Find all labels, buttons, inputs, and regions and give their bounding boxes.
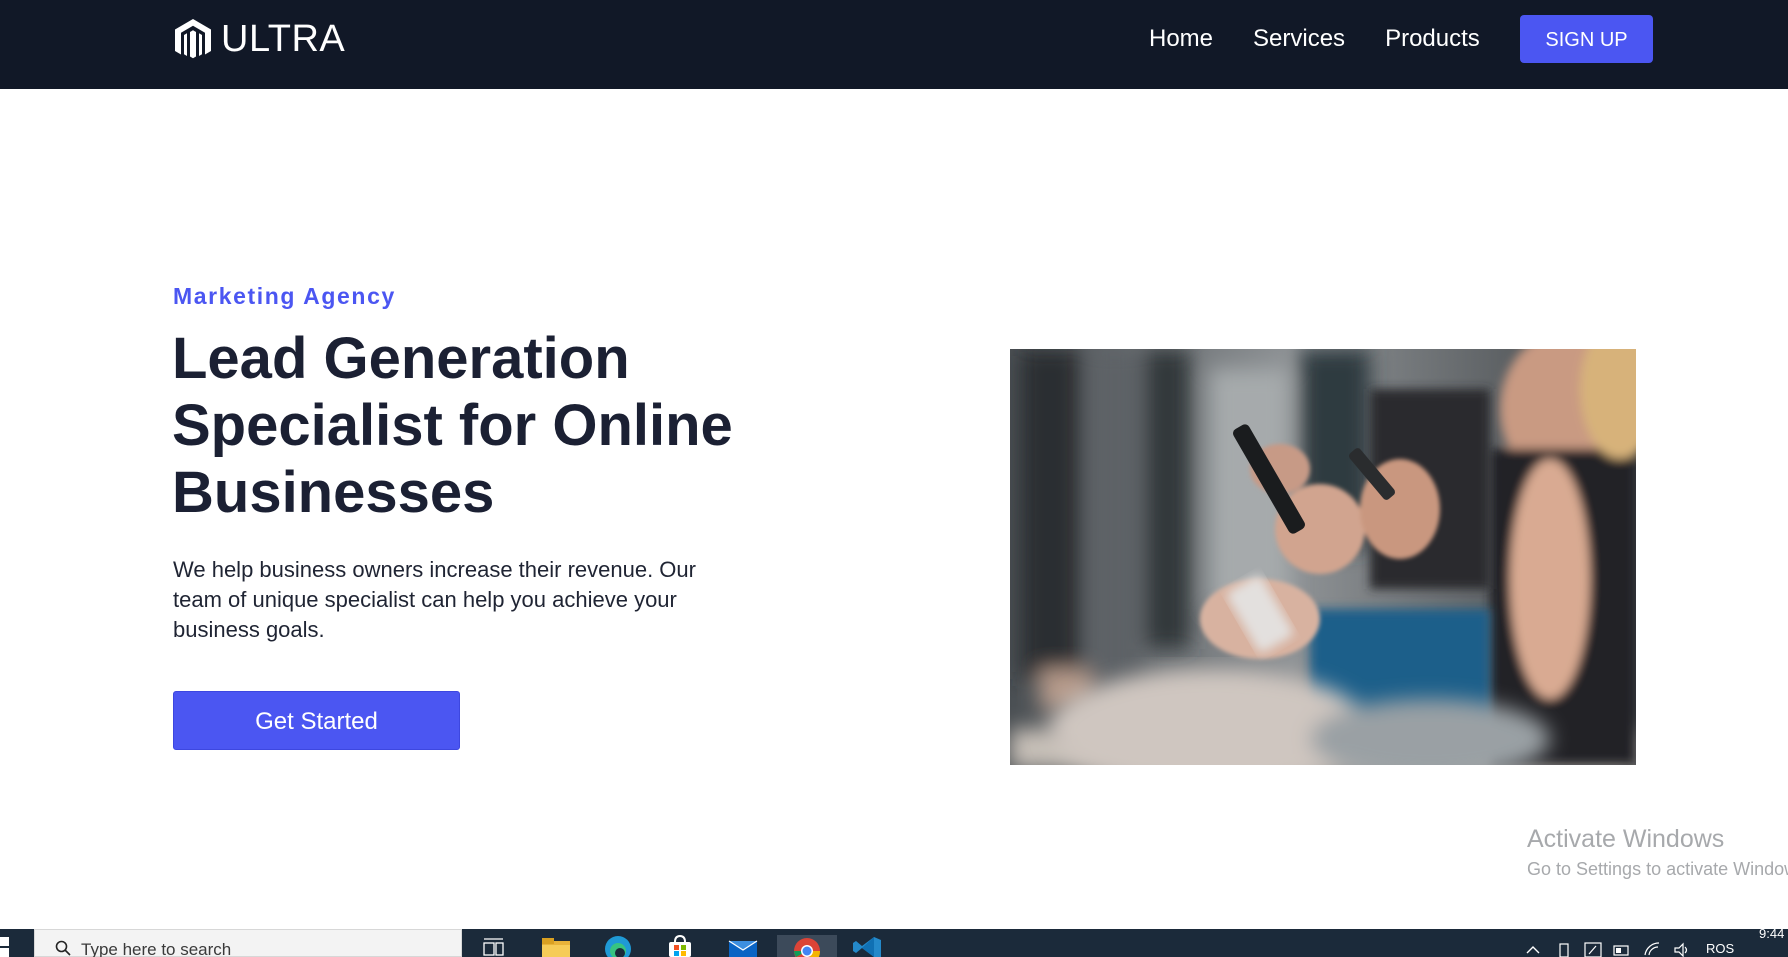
hero-description: We help business owners increase their r… xyxy=(173,557,696,642)
chrome-icon[interactable] xyxy=(777,935,837,957)
taskbar-search-placeholder: Type here to search xyxy=(81,940,232,957)
nav-link-home[interactable]: Home xyxy=(1149,20,1213,58)
nav-link-products[interactable]: Products xyxy=(1385,20,1480,58)
signup-button[interactable]: SIGN UP xyxy=(1520,15,1653,63)
taskbar-search[interactable]: Type here to search xyxy=(34,929,462,957)
hero-image xyxy=(1010,349,1636,765)
mail-icon[interactable] xyxy=(726,935,760,957)
nav-links: Home Services Products xyxy=(1149,20,1520,58)
edge-icon[interactable] xyxy=(601,935,635,957)
ultra-logo-icon xyxy=(175,19,211,59)
clock-time[interactable]: 9:44 xyxy=(1759,929,1784,941)
activate-windows-watermark: Activate Windows Go to Settings to activ… xyxy=(1527,824,1788,881)
brand-name: ULTRA xyxy=(221,18,346,60)
hero-headline: Lead Generation Specialist for Online Bu… xyxy=(172,326,733,525)
chevron-up-icon[interactable] xyxy=(1524,941,1542,957)
volume-icon[interactable] xyxy=(1673,941,1691,957)
search-icon xyxy=(55,940,71,956)
usb-device-icon[interactable] xyxy=(1555,941,1573,957)
file-explorer-icon[interactable] xyxy=(539,935,573,957)
photo-people-using-phones-icon xyxy=(1010,349,1636,765)
hero-eyebrow: Marketing Agency xyxy=(173,283,396,309)
wifi-icon[interactable] xyxy=(1643,941,1661,957)
activate-windows-title: Activate Windows xyxy=(1527,825,1725,853)
language-indicator[interactable]: ROS xyxy=(1706,941,1734,956)
activate-windows-subtitle: Go to Settings to activate Windows. xyxy=(1527,859,1788,879)
vscode-icon[interactable] xyxy=(850,935,884,957)
get-started-button[interactable]: Get Started xyxy=(173,691,460,750)
top-navbar: ULTRA Home Services Products SIGN UP xyxy=(0,0,1788,89)
task-view-icon[interactable] xyxy=(476,935,510,957)
pen-workspace-icon[interactable] xyxy=(1584,941,1602,957)
store-icon[interactable] xyxy=(663,935,697,957)
brand-logo[interactable]: ULTRA xyxy=(173,17,345,61)
battery-icon[interactable] xyxy=(1613,941,1631,957)
windows-start-icon[interactable] xyxy=(0,935,20,957)
windows-taskbar: Type here to search ROS 9:44 xyxy=(0,929,1788,957)
nav-link-services[interactable]: Services xyxy=(1253,20,1345,58)
